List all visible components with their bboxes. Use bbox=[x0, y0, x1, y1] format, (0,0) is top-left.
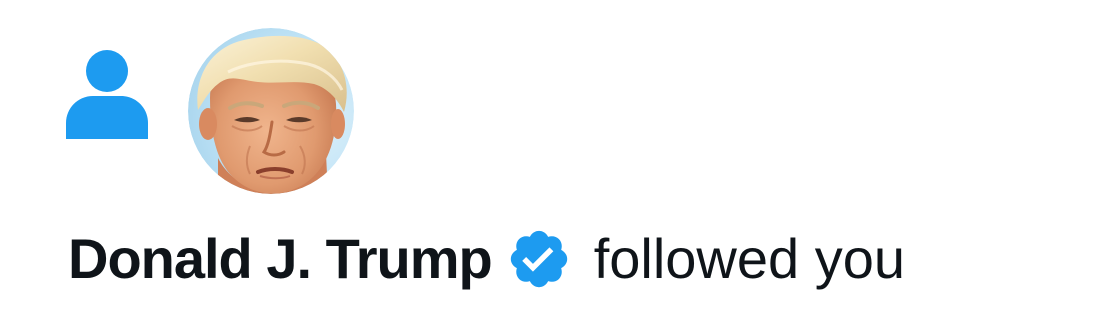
action-text: followed you bbox=[593, 227, 906, 290]
follow-notification[interactable]: Donald J. Trump followed you bbox=[0, 0, 1118, 328]
avatar[interactable] bbox=[188, 28, 354, 194]
notification-text-row: Donald J. Trump followed you bbox=[68, 224, 905, 294]
verified-badge-icon bbox=[510, 230, 567, 288]
person-icon bbox=[66, 50, 148, 139]
user-name-link[interactable]: Donald J. Trump bbox=[68, 224, 493, 294]
profile-photo bbox=[188, 28, 354, 194]
